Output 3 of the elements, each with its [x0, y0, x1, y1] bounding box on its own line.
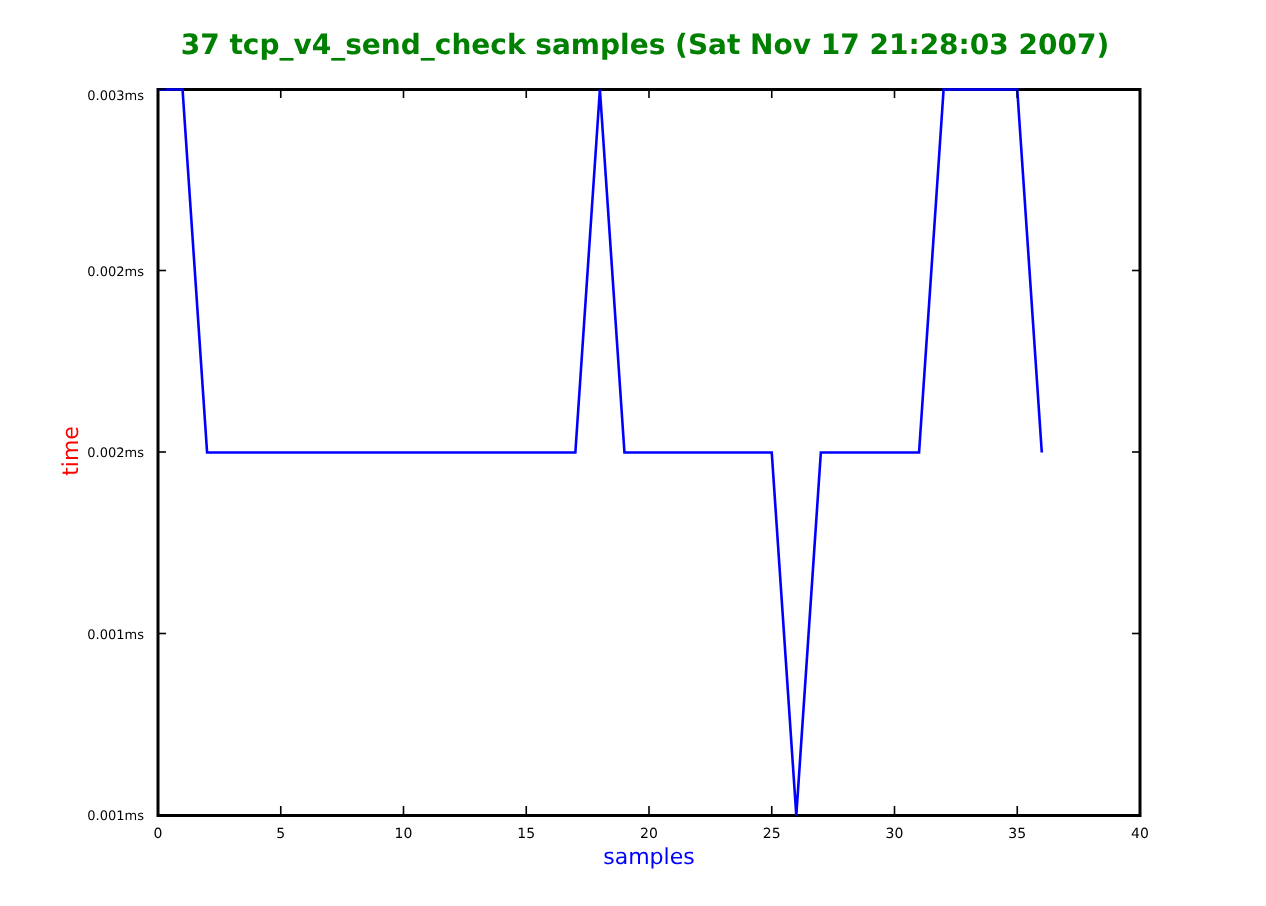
x-axis-label: samples	[603, 844, 695, 870]
chart-title: 37 tcp_v4_send_check samples (Sat Nov 17 21:28:03 2007)	[180, 32, 1110, 60]
y-axis-label: time	[58, 426, 84, 476]
